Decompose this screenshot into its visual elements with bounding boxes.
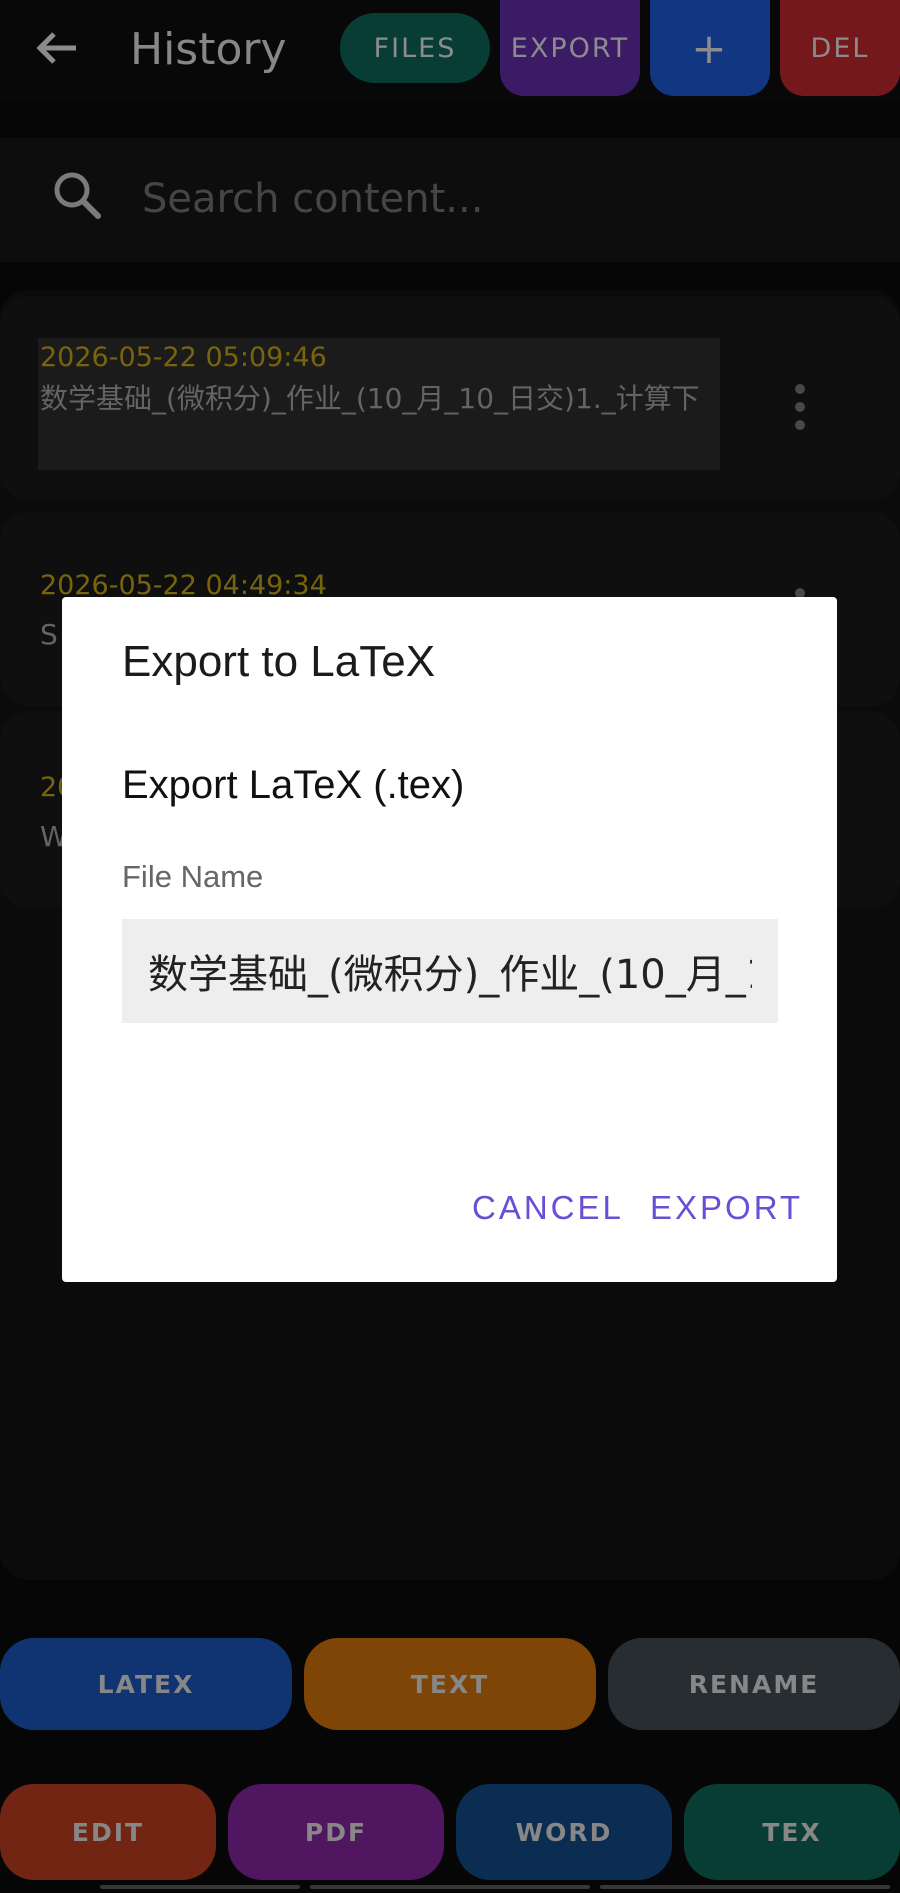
file-name-field[interactable] <box>122 919 778 1023</box>
export-button[interactable]: EXPORT <box>650 1189 803 1227</box>
export-dialog: Export to LaTeX Export LaTeX (.tex) File… <box>62 597 837 1282</box>
file-name-label: File Name <box>122 859 264 894</box>
dialog-title: Export to LaTeX <box>122 637 436 686</box>
dialog-subtitle: Export LaTeX (.tex) <box>122 763 465 807</box>
cancel-button[interactable]: CANCEL <box>472 1189 624 1227</box>
